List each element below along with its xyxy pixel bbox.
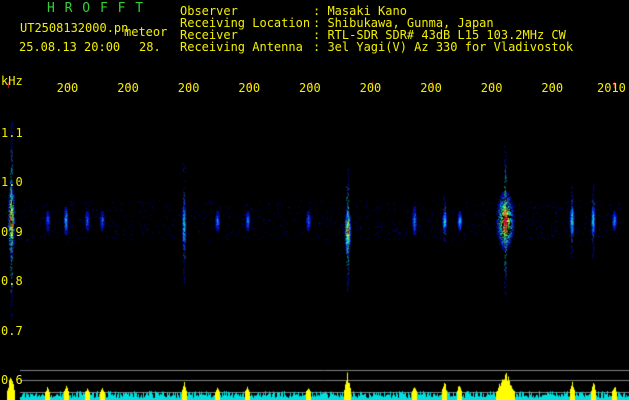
- y-tick-label: 1.1: [1, 125, 23, 140]
- x-tick-label: 200: [177, 81, 200, 95]
- filename-label: UT2508132000.pn: [20, 21, 129, 35]
- info-value-antenna: : 3el Yagi(V) Az 330 for Vladivostok: [313, 40, 574, 54]
- y-tick-label: 0.9: [1, 224, 23, 239]
- y-tick-label: 0.7: [1, 323, 23, 338]
- x-tick-label: 200: [117, 81, 139, 95]
- x-tick-label: 200: [299, 81, 321, 95]
- count-label: 28.: [139, 40, 161, 54]
- mode-label: meteor: [124, 25, 168, 39]
- brand-title: H R O F F T: [47, 1, 145, 16]
- y-axis-unit: kHz: [1, 74, 23, 88]
- x-tick-label: 2010: [597, 81, 626, 95]
- x-tick-label: 200: [238, 81, 261, 95]
- datetime-label: 25.08.13 20:00: [19, 40, 121, 54]
- x-tick-label: 200: [480, 81, 503, 95]
- info-label-antenna: Receiving Antenna: [180, 40, 303, 54]
- y-tick-label: 0.6: [1, 373, 23, 387]
- x-tick-label: 200: [541, 81, 564, 95]
- x-tick-label: 200: [359, 81, 382, 95]
- y-tick-label: 1.0: [1, 175, 23, 189]
- spectrogram-canvas: [0, 0, 629, 400]
- y-tick-label: 0.8: [1, 274, 23, 288]
- x-tick-label: 200: [56, 81, 79, 95]
- x-tick-label: 200: [420, 81, 442, 95]
